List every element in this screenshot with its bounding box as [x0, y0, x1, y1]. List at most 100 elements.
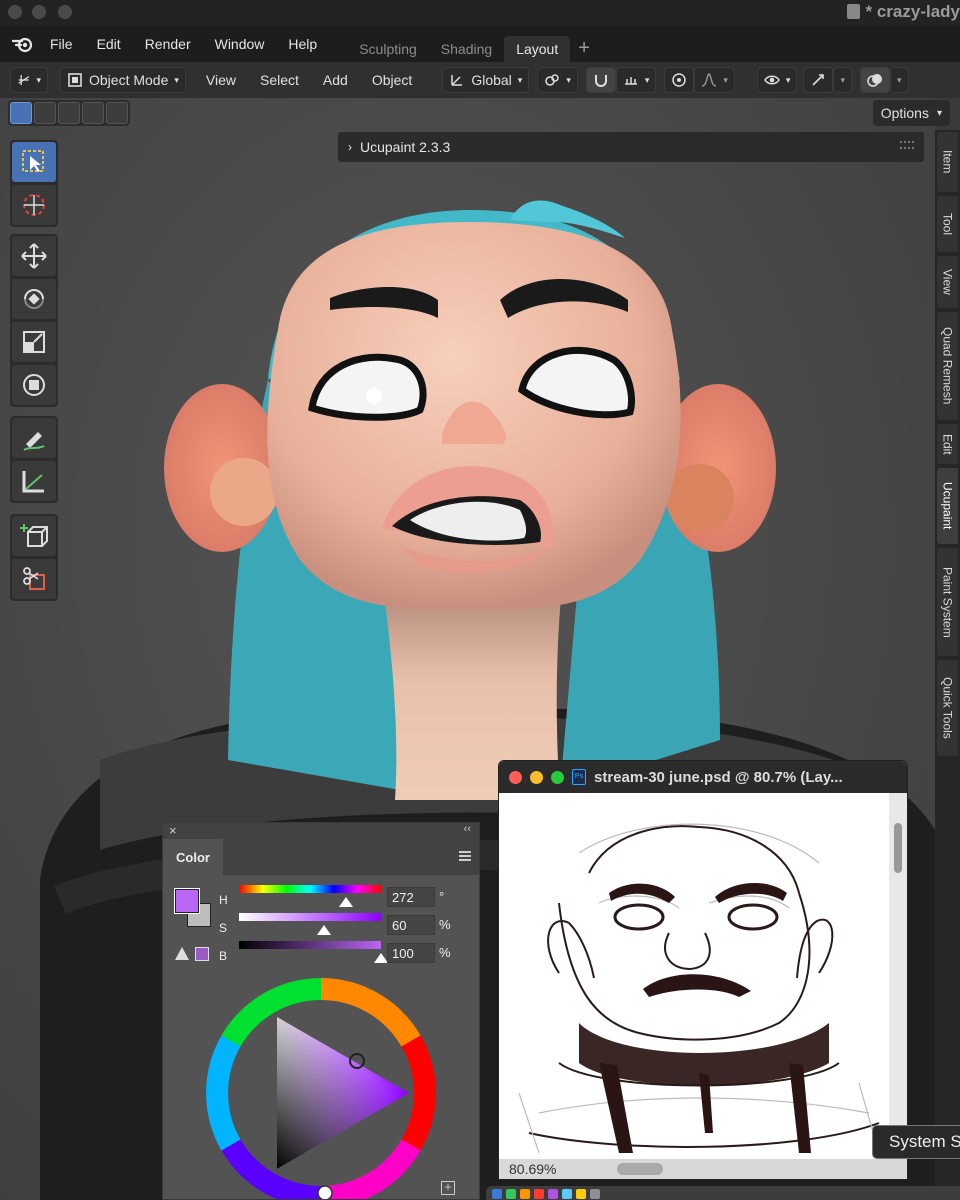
tool-select-box[interactable] — [12, 142, 56, 182]
tool-measure[interactable] — [12, 461, 56, 501]
object-mode-dropdown[interactable]: Object Mode ▾ — [60, 67, 186, 93]
pivot-point-dropdown[interactable]: ▾ — [537, 67, 578, 93]
snap-target-dropdown[interactable]: ▾ — [615, 67, 657, 93]
dock-app-icon[interactable] — [562, 1189, 572, 1199]
menu-edit[interactable]: Edit — [85, 36, 133, 52]
ps-canvas[interactable] — [499, 793, 891, 1163]
gizmo-arrow-icon — [812, 74, 825, 86]
collapse-icon[interactable]: ‹‹ — [464, 823, 471, 835]
tool-scale[interactable] — [12, 322, 56, 362]
web-color-swatch[interactable] — [195, 947, 209, 961]
foreground-swatch[interactable] — [174, 888, 200, 914]
tab-layout[interactable]: Layout — [504, 36, 571, 62]
overlays-dropdown[interactable]: ▾ — [889, 67, 909, 93]
tool-annotate[interactable] — [12, 418, 56, 458]
tab-shading[interactable]: Shading — [429, 36, 504, 62]
minimize-window-button[interactable] — [32, 5, 46, 19]
select-subtract-button[interactable] — [58, 102, 80, 124]
proportional-edit-toggle[interactable] — [664, 67, 695, 93]
saturation-input[interactable]: 60 — [387, 915, 435, 935]
scissors-cube-icon — [23, 567, 45, 590]
editor-type-button[interactable]: ▾ — [10, 67, 48, 93]
eye-icon — [764, 75, 780, 85]
menu-add[interactable]: Add — [311, 72, 360, 88]
hue-ring-handle[interactable] — [317, 1185, 333, 1199]
zoom-window-button[interactable] — [58, 5, 72, 19]
hue-input[interactable]: 272 — [387, 887, 435, 907]
transform-orientation-dropdown[interactable]: Global ▾ — [442, 67, 530, 93]
ps-zoom-level[interactable]: 80.69% — [509, 1161, 556, 1177]
tool-cursor[interactable] — [12, 185, 56, 225]
tool-cut[interactable] — [12, 559, 56, 599]
magnet-icon — [594, 75, 607, 87]
select-intersect-button[interactable] — [106, 102, 128, 124]
ps-horizontal-scroll-thumb[interactable] — [617, 1163, 663, 1175]
sidebar-tab-item[interactable]: Item — [937, 132, 958, 192]
snap-toggle[interactable] — [585, 67, 616, 93]
ps-zoom-button[interactable] — [551, 770, 564, 784]
dock-app-icon[interactable] — [534, 1189, 544, 1199]
proportional-falloff-dropdown[interactable]: ▾ — [694, 67, 735, 93]
ps-close-button[interactable] — [509, 770, 522, 784]
sidebar-tab-quad-remesh[interactable]: Quad Remesh — [937, 312, 958, 420]
dock-app-icon[interactable] — [590, 1189, 600, 1199]
s-label: S — [219, 921, 228, 935]
hue-slider[interactable] — [239, 885, 381, 893]
menu-window[interactable]: Window — [203, 36, 277, 52]
brightness-slider[interactable] — [239, 941, 381, 949]
tool-move[interactable] — [12, 236, 56, 276]
menu-object[interactable]: Object — [360, 72, 424, 88]
sidebar-tab-quick-tools[interactable]: Quick Tools — [937, 660, 958, 756]
color-wheel[interactable] — [203, 975, 439, 1199]
add-swatch-icon[interactable]: + — [441, 1181, 455, 1195]
saturation-slider[interactable] — [239, 913, 381, 921]
tab-sculpting[interactable]: Sculpting — [347, 36, 429, 62]
overlays-toggle[interactable] — [859, 67, 890, 93]
select-extend-button[interactable] — [34, 102, 56, 124]
sidebar-tab-view[interactable]: View — [937, 256, 958, 308]
drag-handle-icon[interactable] — [900, 141, 914, 149]
gizmo-dropdown[interactable]: ▾ — [833, 67, 852, 93]
dock-app-icon[interactable] — [576, 1189, 586, 1199]
sv-triangle[interactable] — [277, 1017, 409, 1169]
macos-dock — [486, 1186, 960, 1200]
select-new-button[interactable] — [10, 102, 32, 124]
sidebar-tab-ucupaint[interactable]: Ucupaint — [937, 468, 958, 544]
menu-file[interactable]: File — [38, 36, 85, 52]
saturation-slider-thumb[interactable] — [317, 925, 332, 935]
blender-logo-icon[interactable] — [12, 35, 34, 53]
brightness-input[interactable]: 100 — [387, 943, 435, 963]
brightness-slider-thumb[interactable] — [374, 953, 388, 963]
menu-render[interactable]: Render — [133, 36, 203, 52]
dock-app-icon[interactable] — [506, 1189, 516, 1199]
dock-app-icon[interactable] — [548, 1189, 558, 1199]
ps-vertical-scrollbar[interactable] — [889, 793, 907, 1163]
gamut-warning-icon[interactable] — [175, 947, 189, 960]
ps-minimize-button[interactable] — [530, 770, 543, 784]
hue-slider-thumb[interactable] — [339, 897, 354, 907]
psd-file-icon: Ps — [572, 769, 586, 785]
tool-rotate[interactable] — [12, 279, 56, 319]
dock-app-icon[interactable] — [492, 1189, 502, 1199]
ps-window-titlebar[interactable]: Ps stream-30 june.psd @ 80.7% (Lay... — [499, 761, 907, 793]
dock-app-icon[interactable] — [520, 1189, 530, 1199]
ps-scroll-thumb[interactable] — [894, 823, 902, 873]
sidebar-tab-edit[interactable]: Edit — [937, 424, 958, 464]
tool-transform[interactable] — [12, 365, 56, 405]
menu-select[interactable]: Select — [248, 72, 311, 88]
sidebar-tab-paint-system[interactable]: Paint System — [937, 548, 958, 656]
tool-add-cube[interactable] — [12, 516, 56, 556]
sidebar-tab-tool[interactable]: Tool — [937, 196, 958, 252]
close-icon[interactable]: × — [169, 823, 177, 838]
menu-help[interactable]: Help — [276, 36, 329, 52]
menu-view[interactable]: View — [194, 72, 248, 88]
ucupaint-panel-header[interactable]: › Ucupaint 2.3.3 — [338, 132, 924, 162]
color-panel-titlebar[interactable]: × ‹‹ — [163, 823, 479, 839]
tab-color[interactable]: Color — [163, 839, 223, 875]
select-difference-button[interactable] — [82, 102, 104, 124]
options-dropdown[interactable]: Options ▾ — [872, 100, 950, 126]
visibility-dropdown[interactable]: ▾ — [756, 67, 798, 93]
gizmo-toggle[interactable] — [803, 67, 834, 93]
close-window-button[interactable] — [8, 5, 22, 19]
add-workspace-button[interactable]: + — [570, 37, 598, 60]
